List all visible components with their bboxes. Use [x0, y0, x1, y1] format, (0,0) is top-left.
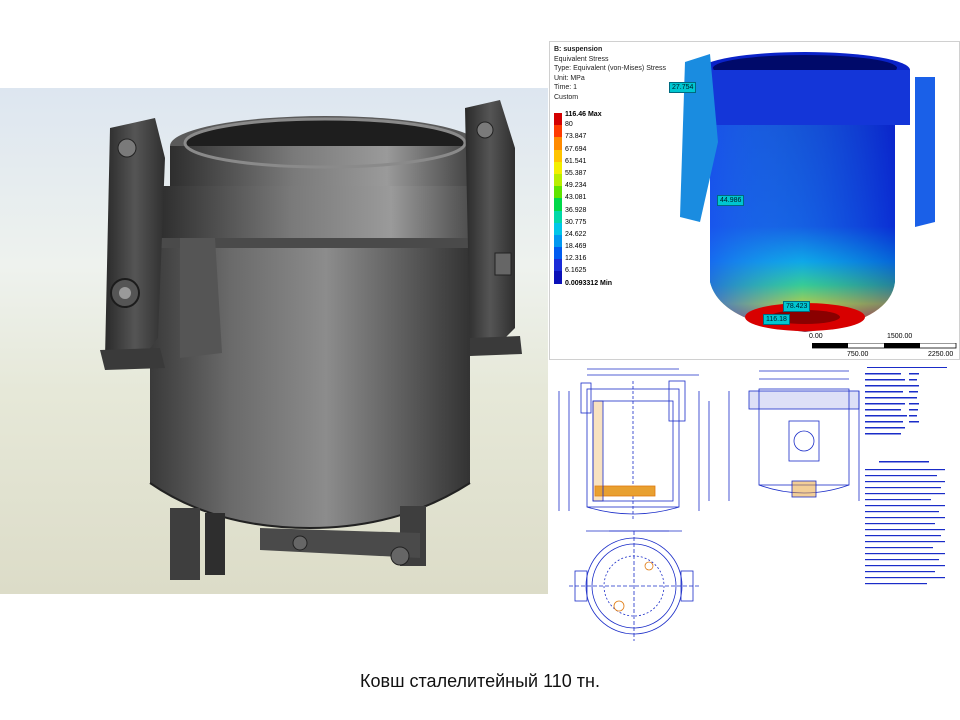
fea-stress-panel: B: suspension Equivalent Stress Type: Eq… — [549, 41, 960, 360]
cad-render-panel — [0, 88, 548, 594]
stress-probe-1: 27.754 — [669, 82, 697, 93]
scale-bar — [812, 343, 957, 349]
stress-model — [680, 52, 935, 332]
scale-label-1500: 1500.00 — [887, 333, 913, 340]
technical-drawing — [558, 367, 947, 641]
ladle-3d-model — [100, 100, 522, 580]
stress-probe-3: 78.423 — [783, 301, 811, 312]
scale-label-2250: 2250.00 — [928, 351, 954, 358]
stress-probe-4: 116.18 — [763, 314, 790, 325]
scale-label-0: 0.00 — [809, 333, 823, 340]
slide-caption: Ковш сталелитейный 110 тн. — [360, 671, 600, 691]
stress-probe-2: 44.986 — [717, 195, 745, 206]
scale-label-750: 750.00 — [847, 351, 869, 358]
engineering-drawing-panel — [549, 361, 960, 648]
